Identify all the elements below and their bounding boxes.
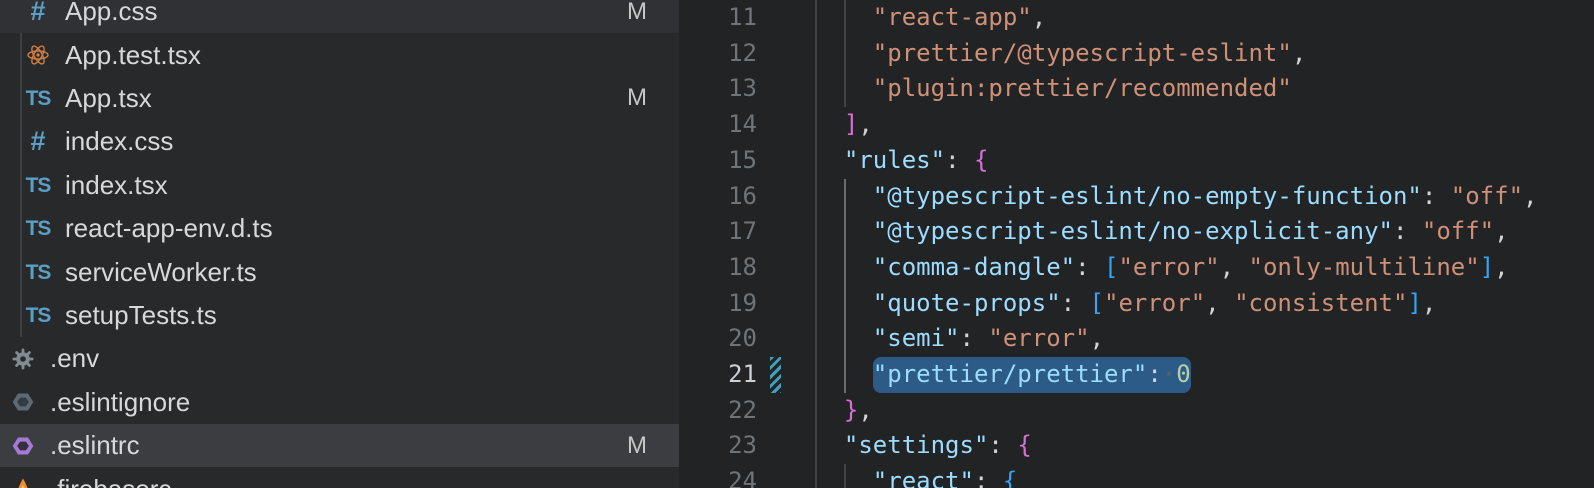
sidebar-item-eslintignore[interactable]: .eslintignore — [0, 381, 679, 424]
sidebar-item-app.css[interactable]: # App.css M — [0, 0, 679, 33]
firebase-icon — [11, 477, 35, 488]
file-name: App.tsx — [65, 83, 152, 114]
line-number: 19 — [679, 286, 757, 322]
code-line-19[interactable]: "quote-props": ["error", "consistent"], — [815, 286, 1436, 322]
eslint-icon — [11, 390, 35, 414]
sidebar-item-eslintrc[interactable]: .eslintrc M — [0, 424, 679, 467]
sidebar-item-firebaserc[interactable]: .firebaserc — [0, 467, 679, 488]
typescript-icon: TS — [26, 218, 51, 239]
sidebar-item-app.test.tsx[interactable]: App.test.tsx — [0, 33, 679, 76]
code-line-21[interactable]: "prettier/prettier":·0 — [815, 357, 1191, 393]
line-number: 18 — [679, 250, 757, 286]
modified-line-gutter-indicator — [770, 357, 781, 393]
explorer-sidebar: # App.css M App.test.tsx TS App.tsx M # index.cs… — [0, 0, 679, 488]
typescript-icon: TS — [26, 175, 51, 196]
line-number: 13 — [679, 71, 757, 107]
sidebar-item-app.tsx[interactable]: TS App.tsx M — [0, 77, 679, 120]
file-name: .eslintignore — [50, 387, 190, 418]
file-name: serviceWorker.ts — [65, 257, 257, 288]
code-line-20[interactable]: "semi": "error", — [815, 321, 1104, 357]
typescript-icon: TS — [26, 305, 51, 326]
sidebar-item-index.tsx[interactable]: TS index.tsx — [0, 164, 679, 207]
file-name: App.css — [65, 0, 158, 27]
sidebar-item-setuptests.ts[interactable]: TS setupTests.ts — [0, 294, 679, 337]
code-line-15[interactable]: "rules": { — [815, 143, 988, 179]
code-line-22[interactable]: }, — [815, 393, 873, 429]
file-name: index.tsx — [65, 170, 168, 201]
code-line-24[interactable]: "react": { — [815, 464, 1017, 488]
line-number: 15 — [679, 143, 757, 179]
line-number: 17 — [679, 214, 757, 250]
typescript-icon: TS — [26, 262, 51, 283]
file-name: .eslintrc — [50, 430, 140, 461]
code-line-11[interactable]: "react-app", — [815, 0, 1046, 36]
code-line-16[interactable]: "@typescript-eslint/no-empty-function": … — [815, 179, 1537, 215]
line-number: 22 — [679, 393, 757, 429]
code-line-12[interactable]: "prettier/@typescript-eslint", — [815, 36, 1306, 72]
line-number: 14 — [679, 107, 757, 143]
modified-badge: M — [627, 432, 647, 460]
gear-icon — [11, 347, 35, 371]
code-line-13[interactable]: "plugin:prettier/recommended" — [815, 71, 1292, 107]
line-number: 12 — [679, 36, 757, 72]
typescript-icon: TS — [26, 88, 51, 109]
code-editor[interactable]: 1112131415161718192021222324 "react-app"… — [679, 0, 1594, 488]
modified-badge: M — [627, 84, 647, 112]
line-number: 20 — [679, 321, 757, 357]
react-icon — [26, 43, 50, 67]
eslint-icon — [11, 434, 35, 458]
sidebar-item-react-app-env.d.ts[interactable]: TS react-app-env.d.ts — [0, 207, 679, 250]
line-number: 24 — [679, 464, 757, 488]
file-name: index.css — [65, 126, 173, 157]
code-line-17[interactable]: "@typescript-eslint/no-explicit-any": "o… — [815, 214, 1509, 250]
code-line-18[interactable]: "comma-dangle": ["error", "only-multilin… — [815, 250, 1509, 286]
code-line-14[interactable]: ], — [815, 107, 873, 143]
sidebar-item-serviceworker.ts[interactable]: TS serviceWorker.ts — [0, 250, 679, 293]
line-number: 23 — [679, 428, 757, 464]
file-name: setupTests.ts — [65, 300, 217, 331]
line-number: 16 — [679, 179, 757, 215]
file-name: .firebaserc — [50, 474, 171, 488]
vscode-window: # App.css M App.test.tsx TS App.tsx M # index.cs… — [0, 0, 1594, 488]
file-name: react-app-env.d.ts — [65, 213, 273, 244]
css-icon: # — [30, 128, 45, 155]
file-name: App.test.tsx — [65, 40, 201, 71]
modified-badge: M — [627, 0, 647, 26]
code-line-23[interactable]: "settings": { — [815, 428, 1032, 464]
sidebar-item-index.css[interactable]: # index.css — [0, 120, 679, 163]
css-icon: # — [30, 0, 45, 25]
file-name: .env — [50, 343, 99, 374]
sidebar-item-env[interactable]: .env — [0, 337, 679, 380]
line-number: 11 — [679, 0, 757, 36]
line-number: 21 — [679, 357, 757, 393]
